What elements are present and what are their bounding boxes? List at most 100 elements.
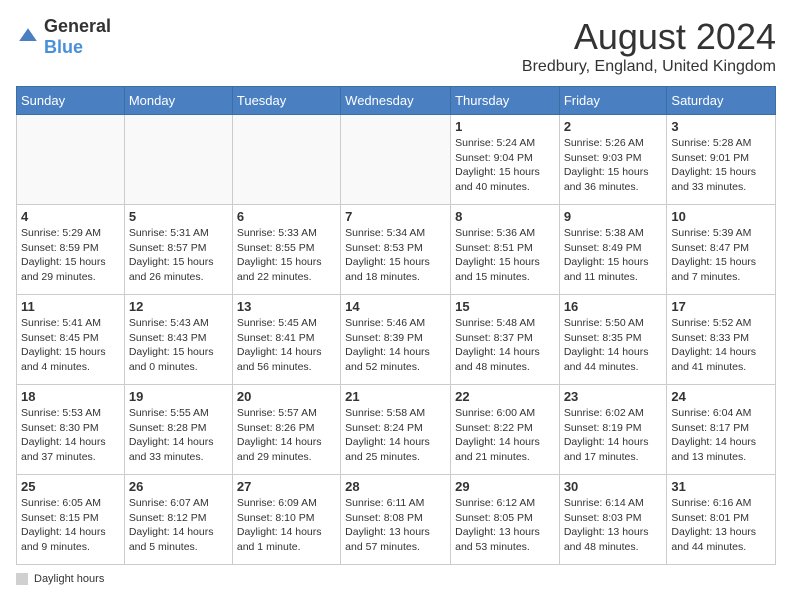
day-number: 19 <box>129 389 228 404</box>
calendar-cell: 14Sunrise: 5:46 AM Sunset: 8:39 PM Dayli… <box>341 295 451 385</box>
day-number: 27 <box>237 479 336 494</box>
calendar-cell: 27Sunrise: 6:09 AM Sunset: 8:10 PM Dayli… <box>232 475 340 565</box>
calendar-header-row: SundayMondayTuesdayWednesdayThursdayFrid… <box>17 87 776 115</box>
day-info: Sunrise: 6:00 AM Sunset: 8:22 PM Dayligh… <box>455 406 555 465</box>
day-info: Sunrise: 5:53 AM Sunset: 8:30 PM Dayligh… <box>21 406 120 465</box>
day-number: 31 <box>671 479 771 494</box>
day-info: Sunrise: 6:07 AM Sunset: 8:12 PM Dayligh… <box>129 496 228 555</box>
calendar-cell: 21Sunrise: 5:58 AM Sunset: 8:24 PM Dayli… <box>341 385 451 475</box>
calendar-cell: 16 Sunrise: 5:50 AM Sunset: 8:35 PM Dayli… <box>559 295 667 385</box>
day-info: Sunrise: 5:24 AM Sunset: 9:04 PM Dayligh… <box>455 136 555 195</box>
calendar-cell <box>17 115 125 205</box>
location-title: Bredbury, England, United Kingdom <box>522 58 776 76</box>
day-number: 5 <box>129 209 228 224</box>
calendar-cell: 7 Sunrise: 5:34 AM Sunset: 8:53 PM Daylig… <box>341 205 451 295</box>
calendar-cell: 29 Sunrise: 6:12 AM Sunset: 8:05 PM Dayli… <box>451 475 560 565</box>
calendar-cell: 5 Sunrise: 5:31 AM Sunset: 8:57 PM Daylig… <box>124 205 232 295</box>
calendar-cell <box>232 115 340 205</box>
calendar-cell <box>341 115 451 205</box>
calendar-cell: 26 Sunrise: 6:07 AM Sunset: 8:12 PM Dayli… <box>124 475 232 565</box>
day-number: 7 <box>345 209 446 224</box>
daylight-label: Daylight hours <box>34 573 104 585</box>
calendar-week-row: 1Sunrise: 5:24 AM Sunset: 9:04 PM Daylig… <box>17 115 776 205</box>
day-info: Sunrise: 5:31 AM Sunset: 8:57 PM Dayligh… <box>129 226 228 285</box>
day-info: Sunrise: 6:02 AM Sunset: 8:19 PM Dayligh… <box>564 406 663 465</box>
calendar-body: 1Sunrise: 5:24 AM Sunset: 9:04 PM Daylig… <box>17 115 776 565</box>
day-number: 13 <box>237 299 336 314</box>
day-number: 15 <box>455 299 555 314</box>
day-number: 29 <box>455 479 555 494</box>
day-info: Sunrise: 6:11 AM Sunset: 8:08 PM Dayligh… <box>345 496 446 555</box>
day-info: Sunrise: 5:33 AM Sunset: 8:55 PM Dayligh… <box>237 226 336 285</box>
logo-text-blue: Blue <box>44 37 83 57</box>
day-number: 23 <box>564 389 663 404</box>
day-number: 18 <box>21 389 120 404</box>
month-title: August 2024 <box>522 16 776 58</box>
day-info: Sunrise: 5:48 AM Sunset: 8:37 PM Dayligh… <box>455 316 555 375</box>
calendar-header-cell: Sunday <box>17 87 125 115</box>
calendar-cell: 10 Sunrise: 5:39 AM Sunset: 8:47 PM Dayli… <box>667 205 776 295</box>
day-info: Sunrise: 5:50 AM Sunset: 8:35 PM Dayligh… <box>564 316 663 375</box>
title-area: August 2024 Bredbury, England, United Ki… <box>522 16 776 76</box>
calendar-cell: 6Sunrise: 5:33 AM Sunset: 8:55 PM Daylig… <box>232 205 340 295</box>
day-info: Sunrise: 5:55 AM Sunset: 8:28 PM Dayligh… <box>129 406 228 465</box>
day-info: Sunrise: 5:46 AM Sunset: 8:39 PM Dayligh… <box>345 316 446 375</box>
calendar-cell: 20 Sunrise: 5:57 AM Sunset: 8:26 PM Dayli… <box>232 385 340 475</box>
calendar-cell: 9Sunrise: 5:38 AM Sunset: 8:49 PM Daylig… <box>559 205 667 295</box>
calendar-cell: 22 Sunrise: 6:00 AM Sunset: 8:22 PM Dayli… <box>451 385 560 475</box>
calendar-cell: 13 Sunrise: 5:45 AM Sunset: 8:41 PM Dayli… <box>232 295 340 385</box>
day-info: Sunrise: 6:12 AM Sunset: 8:05 PM Dayligh… <box>455 496 555 555</box>
day-info: Sunrise: 5:52 AM Sunset: 8:33 PM Dayligh… <box>671 316 771 375</box>
footer-note: Daylight hours <box>16 573 776 585</box>
calendar-cell: 4Sunrise: 5:29 AM Sunset: 8:59 PM Daylig… <box>17 205 125 295</box>
calendar-cell: 18 Sunrise: 5:53 AM Sunset: 8:30 PM Dayli… <box>17 385 125 475</box>
calendar-cell: 11 Sunrise: 5:41 AM Sunset: 8:45 PM Dayli… <box>17 295 125 385</box>
calendar-cell: 23 Sunrise: 6:02 AM Sunset: 8:19 PM Dayli… <box>559 385 667 475</box>
calendar-cell: 1Sunrise: 5:24 AM Sunset: 9:04 PM Daylig… <box>451 115 560 205</box>
day-info: Sunrise: 5:57 AM Sunset: 8:26 PM Dayligh… <box>237 406 336 465</box>
day-number: 22 <box>455 389 555 404</box>
calendar-cell: 15 Sunrise: 5:48 AM Sunset: 8:37 PM Dayli… <box>451 295 560 385</box>
day-info: Sunrise: 5:36 AM Sunset: 8:51 PM Dayligh… <box>455 226 555 285</box>
day-number: 2 <box>564 119 663 134</box>
day-info: Sunrise: 5:26 AM Sunset: 9:03 PM Dayligh… <box>564 136 663 195</box>
calendar-header-cell: Wednesday <box>341 87 451 115</box>
day-info: Sunrise: 6:05 AM Sunset: 8:15 PM Dayligh… <box>21 496 120 555</box>
calendar-cell: 19 Sunrise: 5:55 AM Sunset: 8:28 PM Dayli… <box>124 385 232 475</box>
calendar-cell: 12 Sunrise: 5:43 AM Sunset: 8:43 PM Dayli… <box>124 295 232 385</box>
day-number: 17 <box>671 299 771 314</box>
day-number: 9 <box>564 209 663 224</box>
day-info: Sunrise: 5:58 AM Sunset: 8:24 PM Dayligh… <box>345 406 446 465</box>
calendar-cell <box>124 115 232 205</box>
day-info: Sunrise: 5:28 AM Sunset: 9:01 PM Dayligh… <box>671 136 771 195</box>
day-number: 11 <box>21 299 120 314</box>
calendar-cell: 30 Sunrise: 6:14 AM Sunset: 8:03 PM Dayli… <box>559 475 667 565</box>
day-info: Sunrise: 6:16 AM Sunset: 8:01 PM Dayligh… <box>671 496 771 555</box>
day-number: 16 <box>564 299 663 314</box>
day-number: 20 <box>237 389 336 404</box>
day-info: Sunrise: 5:39 AM Sunset: 8:47 PM Dayligh… <box>671 226 771 285</box>
day-info: Sunrise: 5:45 AM Sunset: 8:41 PM Dayligh… <box>237 316 336 375</box>
logo-text-general: General <box>44 16 111 36</box>
calendar-header-cell: Tuesday <box>232 87 340 115</box>
day-number: 30 <box>564 479 663 494</box>
day-info: Sunrise: 5:41 AM Sunset: 8:45 PM Dayligh… <box>21 316 120 375</box>
calendar-cell: 25Sunrise: 6:05 AM Sunset: 8:15 PM Dayli… <box>17 475 125 565</box>
day-number: 12 <box>129 299 228 314</box>
day-number: 24 <box>671 389 771 404</box>
day-number: 10 <box>671 209 771 224</box>
calendar-cell: 31 Sunrise: 6:16 AM Sunset: 8:01 PM Dayli… <box>667 475 776 565</box>
calendar-cell: 8Sunrise: 5:36 AM Sunset: 8:51 PM Daylig… <box>451 205 560 295</box>
calendar-week-row: 18 Sunrise: 5:53 AM Sunset: 8:30 PM Dayli… <box>17 385 776 475</box>
day-info: Sunrise: 5:43 AM Sunset: 8:43 PM Dayligh… <box>129 316 228 375</box>
day-number: 26 <box>129 479 228 494</box>
day-number: 3 <box>671 119 771 134</box>
calendar-header-cell: Saturday <box>667 87 776 115</box>
calendar-header-cell: Monday <box>124 87 232 115</box>
day-info: Sunrise: 6:04 AM Sunset: 8:17 PM Dayligh… <box>671 406 771 465</box>
day-info: Sunrise: 6:14 AM Sunset: 8:03 PM Dayligh… <box>564 496 663 555</box>
daylight-legend-item: Daylight hours <box>16 573 104 585</box>
day-info: Sunrise: 5:34 AM Sunset: 8:53 PM Dayligh… <box>345 226 446 285</box>
calendar-table: SundayMondayTuesdayWednesdayThursdayFrid… <box>16 86 776 565</box>
logo: General Blue <box>16 16 111 58</box>
